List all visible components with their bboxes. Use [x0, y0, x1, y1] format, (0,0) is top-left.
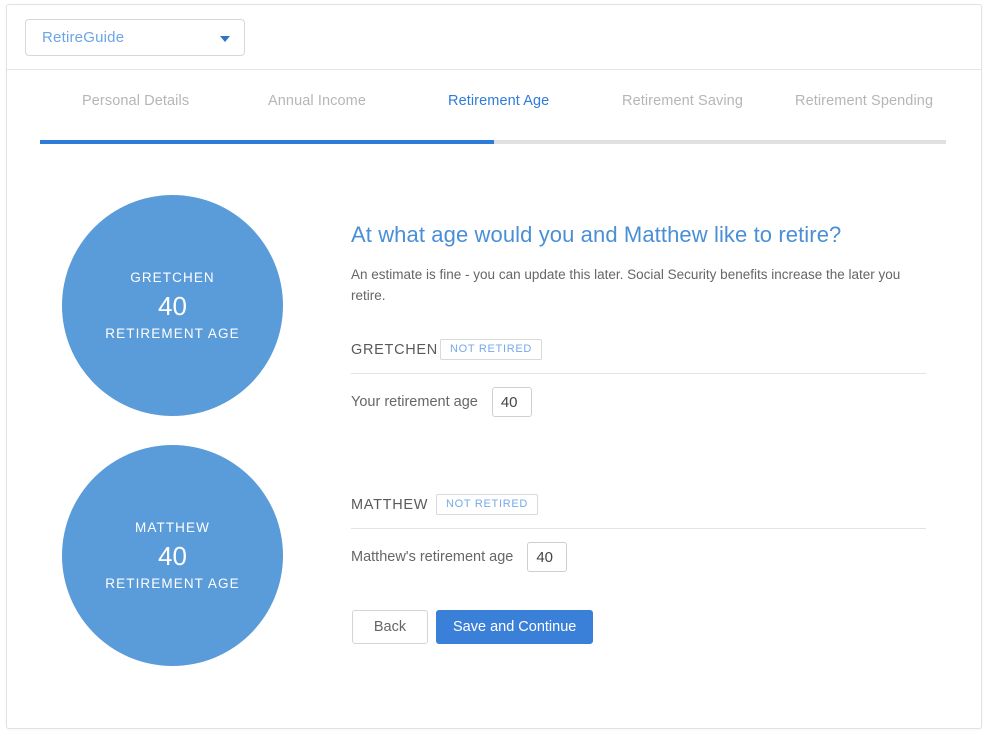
page-title: At what age would you and Matthew like t…	[351, 222, 842, 247]
app-root: RetireGuide Personal Details Annual Inco…	[0, 0, 989, 739]
retirement-age-label: Matthew's retirement age	[351, 549, 514, 565]
status-badge: NOT RETIRED	[436, 494, 539, 515]
app-selector-dropdown[interactable]: RetireGuide	[25, 19, 245, 56]
person-name: GRETCHEN	[351, 342, 438, 358]
summary-circle-matthew: MATTHEW 40 RETIREMENT AGE	[62, 445, 283, 666]
app-header: RetireGuide	[7, 5, 981, 70]
progress-track	[40, 140, 946, 144]
status-badge: NOT RETIRED	[440, 339, 543, 360]
person-header: GRETCHEN NOT RETIRED	[351, 339, 926, 373]
tab-retirement-spending[interactable]: Retirement Spending	[795, 93, 933, 109]
retirement-age-row: Your retirement age	[351, 387, 532, 417]
person-section-gretchen: GRETCHEN NOT RETIRED Your retirement age	[351, 339, 926, 417]
back-button[interactable]: Back	[352, 610, 428, 644]
summary-circle-gretchen: GRETCHEN 40 RETIREMENT AGE	[62, 195, 283, 416]
circle-name: GRETCHEN	[130, 270, 215, 285]
form-actions: Back Save and Continue	[352, 610, 594, 644]
retirement-age-input-gretchen[interactable]	[491, 387, 532, 417]
wizard-tabs: Personal Details Annual Income Retiremen…	[7, 71, 981, 144]
tab-annual-income[interactable]: Annual Income	[268, 93, 366, 109]
progress-fill	[40, 140, 494, 144]
person-section-matthew: MATTHEW NOT RETIRED Matthew's retirement…	[351, 494, 926, 572]
circle-caption: RETIREMENT AGE	[105, 575, 240, 591]
app-selector-label: RetireGuide	[42, 29, 125, 46]
tab-retirement-age[interactable]: Retirement Age	[448, 93, 549, 109]
tab-retirement-saving[interactable]: Retirement Saving	[622, 93, 743, 109]
circle-name: MATTHEW	[135, 520, 210, 535]
circle-value: 40	[158, 290, 187, 321]
save-and-continue-button[interactable]: Save and Continue	[436, 610, 594, 644]
section-divider	[351, 373, 926, 374]
main-card: RetireGuide Personal Details Annual Inco…	[6, 4, 982, 729]
person-header: MATTHEW NOT RETIRED	[351, 494, 926, 528]
section-divider	[351, 528, 926, 529]
person-name: MATTHEW	[351, 497, 429, 513]
retirement-age-input-matthew[interactable]	[527, 542, 568, 572]
retirement-age-row: Matthew's retirement age	[351, 542, 568, 572]
page-description: An estimate is fine - you can update thi…	[351, 267, 901, 303]
circle-caption: RETIREMENT AGE	[105, 325, 240, 341]
chevron-down-icon	[220, 36, 230, 42]
tab-personal-details[interactable]: Personal Details	[82, 93, 189, 109]
circle-value: 40	[158, 540, 187, 571]
retirement-age-label: Your retirement age	[351, 394, 478, 410]
